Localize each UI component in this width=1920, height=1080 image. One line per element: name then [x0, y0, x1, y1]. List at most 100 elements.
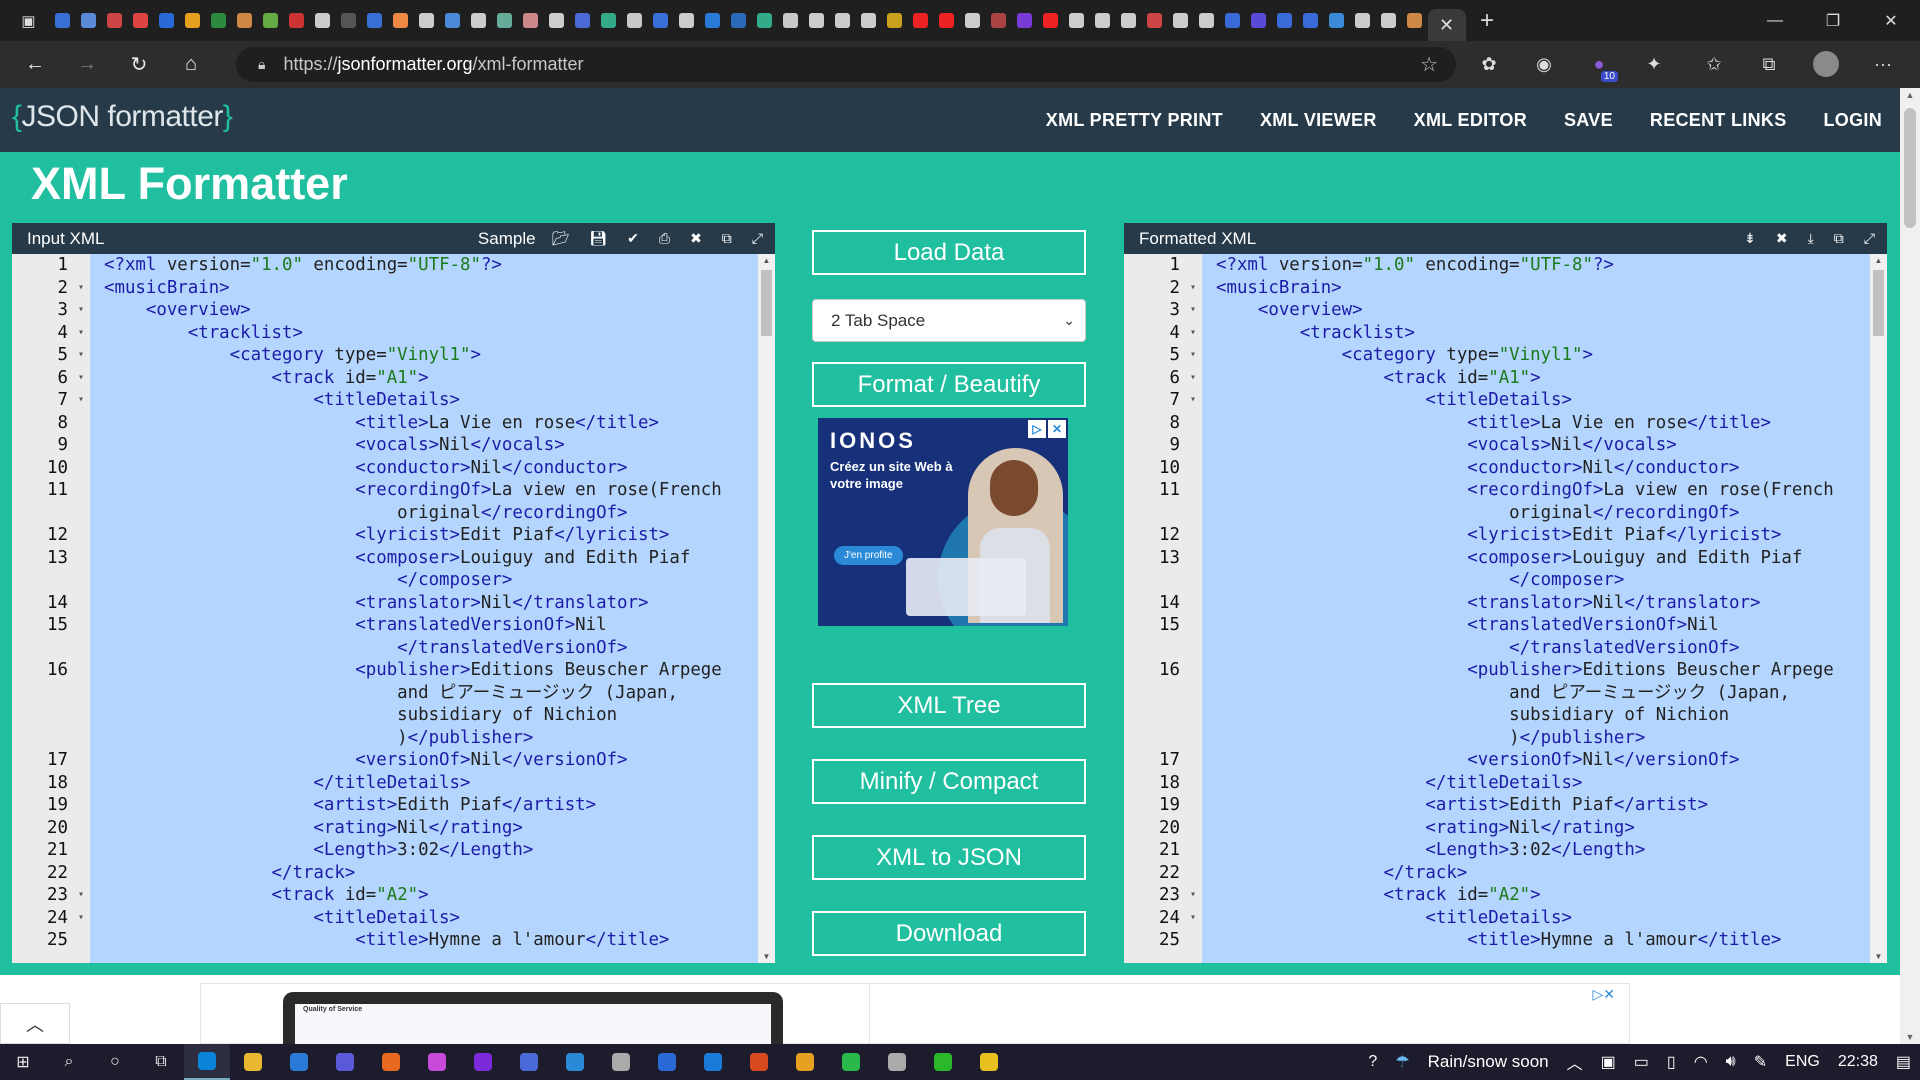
line-number[interactable]: 2 — [12, 277, 90, 300]
taskbar-app-icon[interactable] — [276, 1044, 322, 1080]
tab-favicon-icon[interactable] — [856, 9, 881, 33]
tab-favicon-icon[interactable] — [726, 9, 751, 33]
tab-favicon-icon[interactable] — [232, 9, 257, 33]
tab-actions-icon[interactable]: ▣ — [16, 9, 41, 33]
weather-text[interactable]: Rain/snow soon — [1428, 1052, 1549, 1072]
tab-favicon-icon[interactable] — [362, 9, 387, 33]
close-window-button[interactable]: ✕ — [1862, 0, 1920, 41]
taskbar-app-icon[interactable] — [230, 1044, 276, 1080]
input-scrollbar[interactable]: ▲ ▼ — [758, 254, 775, 963]
battery-icon[interactable]: ▯ — [1667, 1052, 1676, 1072]
taskbar-app-icon[interactable] — [874, 1044, 920, 1080]
taskbar-app-icon[interactable] — [414, 1044, 460, 1080]
taskbar-app-icon[interactable] — [920, 1044, 966, 1080]
taskbar-app-icon[interactable] — [460, 1044, 506, 1080]
tab-favicon-icon[interactable] — [1324, 9, 1349, 33]
tab-favicon-icon[interactable] — [1038, 9, 1063, 33]
print-icon[interactable]: ⎙ — [659, 230, 670, 247]
tab-favicon-icon[interactable] — [986, 9, 1011, 33]
tab-favicon-icon[interactable] — [518, 9, 543, 33]
tab-favicon-icon[interactable] — [102, 9, 127, 33]
scroll-up-arrow[interactable]: ▲ — [758, 256, 775, 265]
line-number[interactable]: 5 — [12, 344, 90, 367]
scroll-thumb[interactable] — [1873, 270, 1884, 336]
tab-favicon-icon[interactable] — [1246, 9, 1271, 33]
tab-favicon-icon[interactable] — [1090, 9, 1115, 33]
tab-favicon-icon[interactable] — [206, 9, 231, 33]
lock-icon[interactable]: 🔒︎ — [258, 56, 265, 73]
cortana-icon[interactable]: ○ — [92, 1044, 138, 1080]
line-number[interactable]: 24 — [12, 907, 90, 930]
pen-icon[interactable]: ✎ — [1754, 1052, 1767, 1072]
tab-favicon-icon[interactable] — [128, 9, 153, 33]
fullscreen-icon[interactable]: ⤢ — [752, 230, 763, 247]
sample-button[interactable]: Sample — [478, 229, 536, 249]
chevron-up-icon[interactable]: ︿ — [1567, 1050, 1583, 1074]
line-number[interactable]: 2 — [1124, 277, 1202, 300]
save-icon[interactable]: 💾︎ — [589, 230, 607, 247]
ad-close-icon[interactable]: ▷✕ — [1593, 986, 1616, 1003]
site-logo[interactable]: {JSON formatter} — [12, 100, 233, 134]
favorites-icon[interactable]: ✩ — [1699, 49, 1729, 79]
line-number[interactable]: 6 — [12, 367, 90, 390]
tab-favicon-icon[interactable] — [752, 9, 777, 33]
display-icon[interactable]: ▭ — [1634, 1052, 1649, 1072]
tab-favicon-icon[interactable] — [50, 9, 75, 33]
nav-xml-viewer[interactable]: XML VIEWER — [1260, 110, 1377, 131]
language-indicator[interactable]: ENG — [1785, 1053, 1820, 1071]
extensions-puzzle-icon[interactable]: ✦ — [1639, 49, 1669, 79]
tab-favicon-icon[interactable] — [284, 9, 309, 33]
collections-icon[interactable]: ⧉ — [1754, 49, 1784, 79]
line-number[interactable]: 6 — [1124, 367, 1202, 390]
tracking-icon[interactable]: ◉ — [1529, 49, 1559, 79]
taskbar-app-icon[interactable] — [552, 1044, 598, 1080]
forward-icon[interactable]: → — [70, 48, 104, 82]
tab-favicon-icon[interactable] — [388, 9, 413, 33]
url-field[interactable]: 🔒︎ https://jsonformatter.org/xml-formatt… — [236, 47, 1456, 82]
scroll-to-top-chevron-up-icon[interactable]: ︿ — [0, 1003, 70, 1044]
format-beautify-button[interactable]: Format / Beautify — [812, 362, 1086, 407]
tab-favicon-icon[interactable] — [1116, 9, 1141, 33]
notifications-icon[interactable]: ▤ — [1896, 1052, 1911, 1072]
ad-cta-button[interactable]: J'en profite — [834, 546, 903, 565]
tab-favicon-icon[interactable] — [1402, 9, 1427, 33]
maximize-button[interactable]: ❐ — [1804, 0, 1862, 41]
tab-favicon-icon[interactable] — [908, 9, 933, 33]
tab-favicon-icon[interactable] — [960, 9, 985, 33]
line-number[interactable]: 4 — [12, 322, 90, 345]
tab-favicon-icon[interactable] — [1350, 9, 1375, 33]
add-favorite-icon[interactable]: ☆ — [1420, 52, 1438, 77]
tab-favicon-icon[interactable] — [674, 9, 699, 33]
tab-favicon-icon[interactable] — [180, 9, 205, 33]
copy-icon[interactable]: ⧉ — [722, 230, 732, 247]
tab-favicon-icon[interactable] — [778, 9, 803, 33]
tab-favicon-icon[interactable] — [596, 9, 621, 33]
line-number[interactable]: 5 — [1124, 344, 1202, 367]
back-icon[interactable]: ← — [18, 48, 52, 82]
output-editor[interactable]: 1 <?xml version="1.0" encoding="UTF-8"?> 2… — [1124, 254, 1887, 963]
bottom-ad-banner[interactable]: Quality of Service ▷✕ — [200, 983, 1630, 1045]
help-icon[interactable]: ? — [1368, 1053, 1377, 1071]
taskbar-app-icon[interactable] — [368, 1044, 414, 1080]
nav-login[interactable]: LOGIN — [1824, 110, 1883, 131]
open-file-icon[interactable]: 📂︎ — [552, 230, 570, 247]
indent-select[interactable]: 2 Tab Space ⌄ — [812, 299, 1086, 342]
tab-favicon-icon[interactable] — [1142, 9, 1167, 33]
taskbar-app-icon[interactable] — [966, 1044, 1012, 1080]
tab-favicon-icon[interactable] — [336, 9, 361, 33]
validate-check-icon[interactable]: ✔ — [627, 230, 639, 247]
line-number[interactable]: 4 — [1124, 322, 1202, 345]
camera-icon[interactable]: ▣ — [1601, 1052, 1616, 1072]
clear-icon[interactable]: ✖ — [1776, 230, 1788, 247]
xml-tree-button[interactable]: XML Tree — [812, 683, 1086, 728]
ad-choices-icon[interactable]: ▷ — [1028, 420, 1046, 438]
tab-favicon-icon[interactable] — [1012, 9, 1037, 33]
page-scroll-up-arrow[interactable]: ▲ — [1900, 90, 1920, 100]
page-scroll-down-arrow[interactable]: ▼ — [1900, 1032, 1920, 1042]
nav-xml-pretty-print[interactable]: XML PRETTY PRINT — [1046, 110, 1223, 131]
taskbar-app-icon[interactable] — [736, 1044, 782, 1080]
collapse-icon[interactable]: ⇟ — [1744, 230, 1756, 247]
taskbar-app-icon[interactable] — [644, 1044, 690, 1080]
tab-favicon-icon[interactable] — [1298, 9, 1323, 33]
volume-icon[interactable]: 🔊︎ — [1726, 1053, 1736, 1071]
